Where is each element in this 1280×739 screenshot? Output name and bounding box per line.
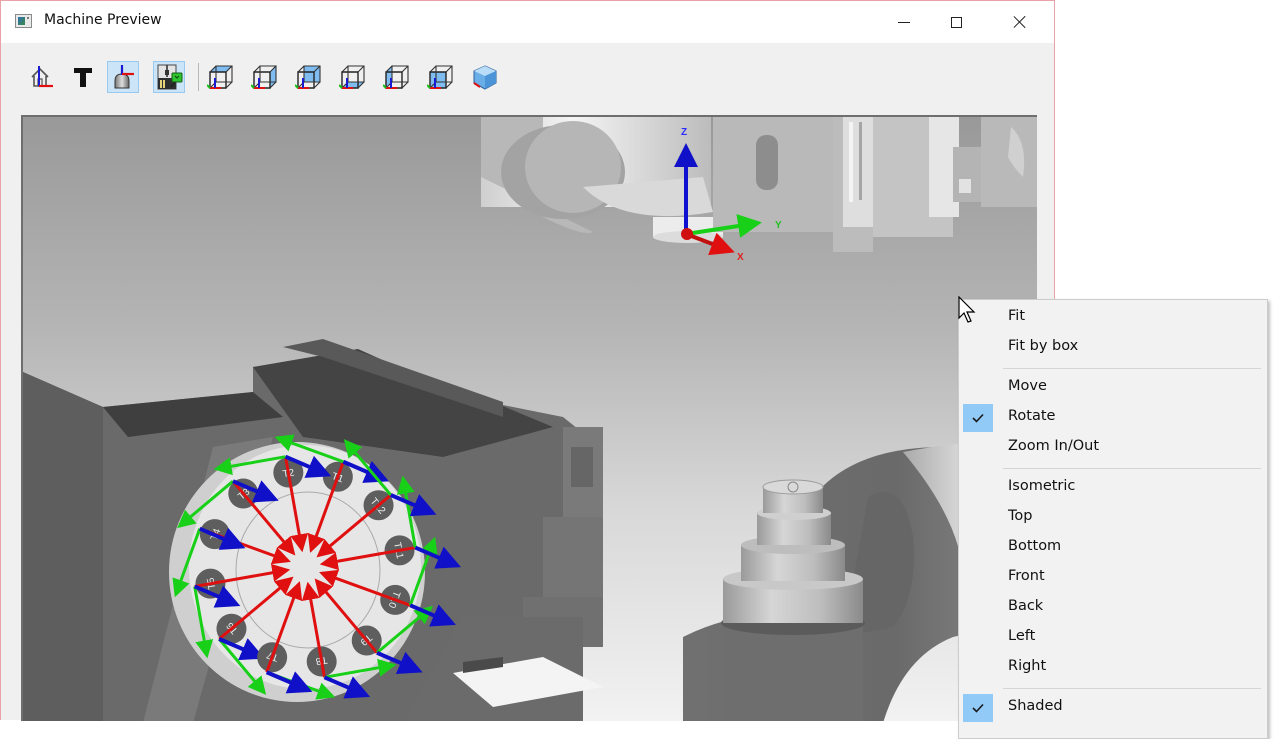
menu-item-label: Rotate <box>1008 408 1056 424</box>
checkmark-icon <box>963 404 993 432</box>
menu-item-label: Front <box>1008 568 1045 584</box>
context-menu: Fit Fit by box Move Rotate Zoom In/Out Isomet… <box>958 299 1268 739</box>
menu-item-label: Isometric <box>1008 478 1076 494</box>
view-4-button[interactable] <box>337 61 369 93</box>
view-3-button[interactable] <box>293 61 325 93</box>
menu-separator <box>1003 468 1261 469</box>
view-cube-top-icon <box>207 65 233 89</box>
menu-item-isometric[interactable]: Isometric <box>959 474 1267 502</box>
menu-item-fit-by-box[interactable]: Fit by box <box>959 334 1267 362</box>
toolbar <box>1 43 1054 113</box>
menu-separator <box>1003 688 1261 689</box>
menu-item-label: Fit <box>1008 308 1025 324</box>
menu-item-bottom[interactable]: Bottom <box>959 534 1267 562</box>
x-axis-label: X <box>737 252 744 263</box>
title-bar[interactable]: Machine Preview <box>1 1 1054 43</box>
view-2-button[interactable] <box>249 61 281 93</box>
menu-item-top[interactable]: Top <box>959 504 1267 532</box>
menu-item-front[interactable]: Front <box>959 564 1267 592</box>
menu-item-label: Top <box>1008 508 1033 524</box>
view-6-button[interactable] <box>425 61 457 93</box>
y-axis-label: Y <box>775 220 782 231</box>
toolbar-separator <box>198 63 199 91</box>
close-button[interactable] <box>997 1 1043 43</box>
menu-item-zoom-in-out[interactable]: Zoom In/Out <box>959 434 1267 462</box>
window-title: Machine Preview <box>44 12 162 28</box>
view-cube-back-icon <box>295 65 321 89</box>
menu-item-back[interactable]: Back <box>959 594 1267 622</box>
z-axis-label: Z <box>681 127 687 138</box>
menu-item-label: Bottom <box>1008 538 1062 554</box>
app-icon <box>15 14 32 28</box>
menu-item-label: Shaded <box>1008 698 1063 714</box>
minimize-icon <box>898 21 910 23</box>
menu-separator <box>1003 368 1261 369</box>
tool-axis-button[interactable] <box>107 61 139 93</box>
view-iso-button[interactable] <box>469 61 501 93</box>
view-cube-isometric-icon <box>473 65 497 90</box>
view-cube-front-icon <box>427 65 453 89</box>
home-axis-icon <box>31 66 53 88</box>
machine-icon <box>157 64 183 90</box>
minimize-button[interactable] <box>881 1 927 43</box>
menu-item-left[interactable]: Left <box>959 624 1267 652</box>
menu-item-label: Zoom In/Out <box>1008 438 1100 454</box>
view-1-button[interactable] <box>205 61 237 93</box>
maximize-button[interactable] <box>933 1 979 43</box>
home-axis-button[interactable] <box>25 61 57 93</box>
machine-preview-window: Machine Preview Z Y X <box>0 0 1055 721</box>
menu-item-move[interactable]: Move <box>959 374 1267 402</box>
turret-face <box>189 445 421 689</box>
menu-item-label: Right <box>1008 658 1047 674</box>
mouse-cursor-icon <box>958 296 976 323</box>
tool-axis-icon <box>114 65 134 89</box>
menu-item-fit[interactable]: Fit <box>959 304 1267 332</box>
view-cube-bottom-icon <box>339 65 365 89</box>
view-cube-left-icon <box>383 65 409 89</box>
machine-button[interactable] <box>153 61 185 93</box>
checkmark-icon <box>963 694 993 722</box>
spindle-head <box>481 117 1037 252</box>
view-cube-right-icon <box>251 65 277 89</box>
menu-item-shaded[interactable]: Shaded <box>959 694 1267 722</box>
menu-item-label: Left <box>1008 628 1036 644</box>
menu-item-label: Back <box>1008 598 1044 614</box>
menu-item-label: Move <box>1008 378 1047 394</box>
text-t-icon <box>74 68 92 87</box>
view-5-button[interactable] <box>381 61 413 93</box>
machine-scene: Z Y X T1T2T3T4T5T6T7T8T9 <box>23 117 1037 721</box>
menu-item-rotate[interactable]: Rotate <box>959 404 1267 432</box>
menu-item-right[interactable]: Right <box>959 654 1267 682</box>
maximize-icon <box>950 16 962 28</box>
close-icon <box>1013 15 1027 29</box>
menu-item-label: Fit by box <box>1008 338 1079 354</box>
text-button[interactable] <box>67 61 99 93</box>
3d-viewport[interactable]: Z Y X T1T2T3T4T5T6T7T8T9 <box>21 115 1037 721</box>
